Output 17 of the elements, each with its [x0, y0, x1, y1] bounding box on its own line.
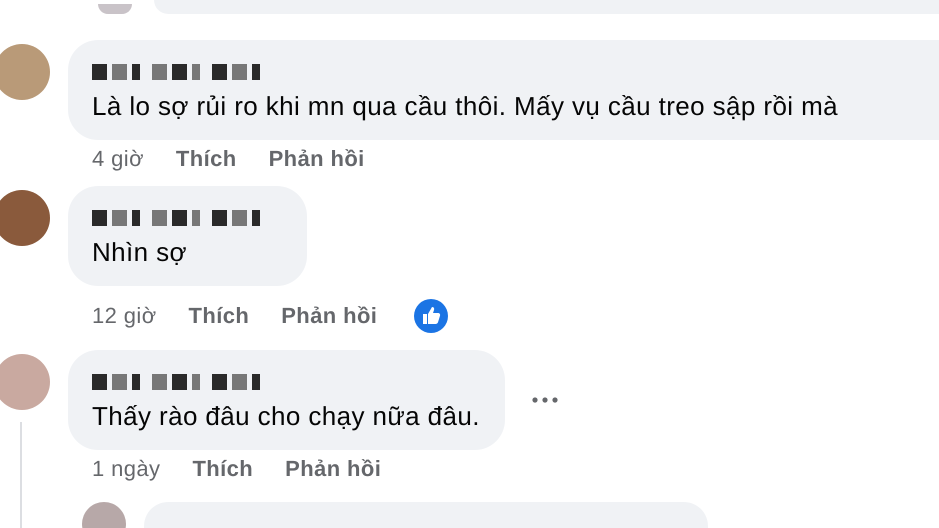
reply-link[interactable]: Phản hồi: [285, 456, 382, 482]
comment-text: Thấy rào đâu cho chạy nữa đâu.: [92, 400, 480, 433]
like-link[interactable]: Thích: [188, 303, 250, 329]
comment-text: Nhìn sợ: [92, 236, 188, 269]
reply-link[interactable]: Phản hồi: [281, 303, 378, 329]
more-options-icon[interactable]: [532, 397, 558, 403]
comment-time[interactable]: 12 giờ: [92, 303, 157, 329]
comment-time[interactable]: 1 ngày: [92, 456, 160, 482]
avatar-photo-placeholder: [98, 4, 132, 14]
like-link[interactable]: Thích: [192, 456, 254, 482]
like-link[interactable]: Thích: [176, 146, 237, 172]
avatar-photo-placeholder[interactable]: [0, 44, 50, 100]
comment-text: Là lo sợ rủi ro khi mn qua cầu thôi. Mấy vụ cầu treo sập rồi mà: [92, 90, 840, 123]
avatar-photo-placeholder[interactable]: [0, 190, 50, 246]
comment-time[interactable]: 4 giờ: [92, 146, 144, 172]
reply-link[interactable]: Phản hồi: [268, 146, 365, 172]
like-reaction-icon[interactable]: [413, 298, 450, 334]
